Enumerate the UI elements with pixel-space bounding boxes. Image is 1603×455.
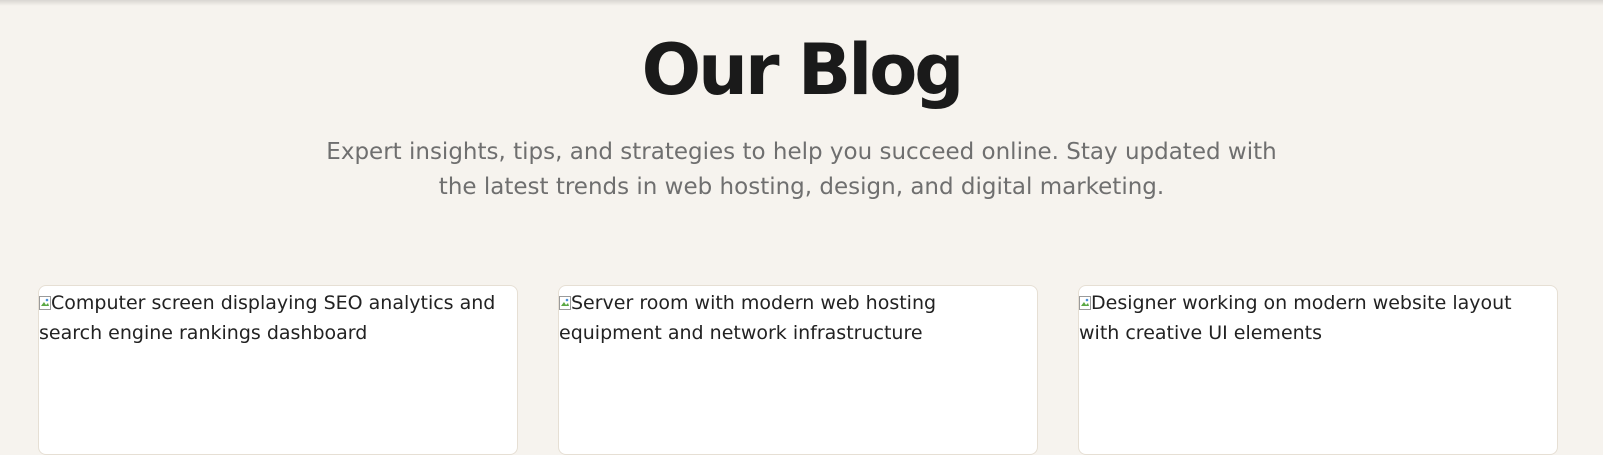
blog-card-image[interactable]: Designer working on modern website layou… bbox=[1079, 286, 1557, 348]
blog-card-image[interactable]: Computer screen displaying SEO analytics… bbox=[39, 286, 517, 348]
broken-image-icon bbox=[39, 296, 51, 310]
blog-card[interactable]: Designer working on modern website layou… bbox=[1078, 285, 1558, 455]
image-alt-text: Server room with modern web hosting equi… bbox=[559, 292, 937, 344]
blog-card[interactable]: Computer screen displaying SEO analytics… bbox=[38, 285, 518, 455]
blog-card[interactable]: Server room with modern web hosting equi… bbox=[558, 285, 1038, 455]
image-alt-text: Designer working on modern website layou… bbox=[1079, 292, 1512, 344]
broken-image-icon bbox=[1079, 296, 1091, 310]
image-alt-text: Computer screen displaying SEO analytics… bbox=[39, 292, 496, 344]
blog-card-image[interactable]: Server room with modern web hosting equi… bbox=[559, 286, 1037, 348]
top-shadow bbox=[0, 0, 1603, 6]
page-title: Our Blog bbox=[641, 29, 965, 111]
broken-image-icon bbox=[559, 296, 571, 310]
page-subtitle: Expert insights, tips, and strategies to… bbox=[326, 139, 1277, 200]
blog-card-grid: Computer screen displaying SEO analytics… bbox=[38, 285, 1560, 455]
